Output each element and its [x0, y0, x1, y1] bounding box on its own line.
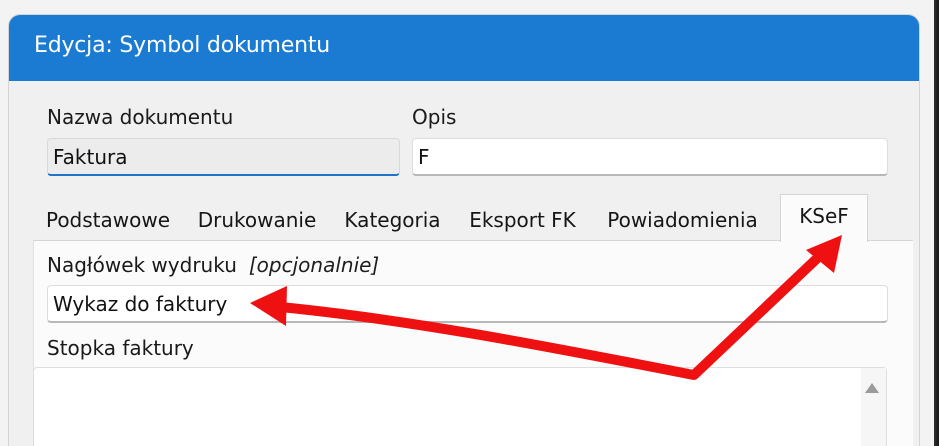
invoice-footer-textarea[interactable] [33, 367, 887, 446]
tab-ksef[interactable]: KSeF [780, 194, 868, 242]
tab-label: KSeF [799, 204, 849, 228]
screenshot-canvas: Edycja: Symbol dokumentu Nazwa dokumentu… [0, 0, 939, 446]
description-field[interactable]: F [412, 138, 888, 176]
tab-label: Kategoria [344, 208, 441, 232]
scroll-up-arrow-icon[interactable] [865, 383, 879, 393]
description-label: Opis [412, 105, 457, 129]
tab-podstawowe[interactable]: Podstawowe [33, 200, 183, 240]
footer-scrollbar[interactable] [861, 368, 886, 446]
tab-label: Powiadomienia [607, 208, 758, 232]
tab-eksport-fk[interactable]: Eksport FK [457, 200, 588, 240]
right-edge-shadow [934, 0, 939, 446]
tab-kategoria[interactable]: Kategoria [332, 200, 453, 240]
print-header-label-text: Nagłówek wydruku [47, 253, 237, 277]
optional-hint: [opcjonalnie] [248, 253, 380, 277]
document-settings-tabs: Podstawowe Drukowanie Kategoria Eksport … [9, 194, 919, 242]
symbol-document-dialog: Edycja: Symbol dokumentu Nazwa dokumentu… [9, 15, 919, 446]
print-header-label: Nagłówek wydruku [opcjonalnie] [47, 253, 379, 277]
document-name-label: Nazwa dokumentu [47, 105, 234, 129]
invoice-footer-label: Stopka faktury [47, 336, 194, 360]
tab-drukowanie[interactable]: Drukowanie [186, 200, 328, 240]
window-title: Edycja: Symbol dokumentu [34, 33, 331, 58]
window-title-bar: Edycja: Symbol dokumentu [9, 15, 919, 81]
tab-label: Eksport FK [469, 208, 576, 232]
tab-label: Drukowanie [197, 208, 317, 232]
print-header-field[interactable]: Wykaz do faktury [47, 285, 888, 323]
document-name-field[interactable]: Faktura [47, 138, 400, 176]
tab-label: Podstawowe [45, 208, 171, 232]
tab-powiadomienia[interactable]: Powiadomienia [592, 200, 773, 240]
